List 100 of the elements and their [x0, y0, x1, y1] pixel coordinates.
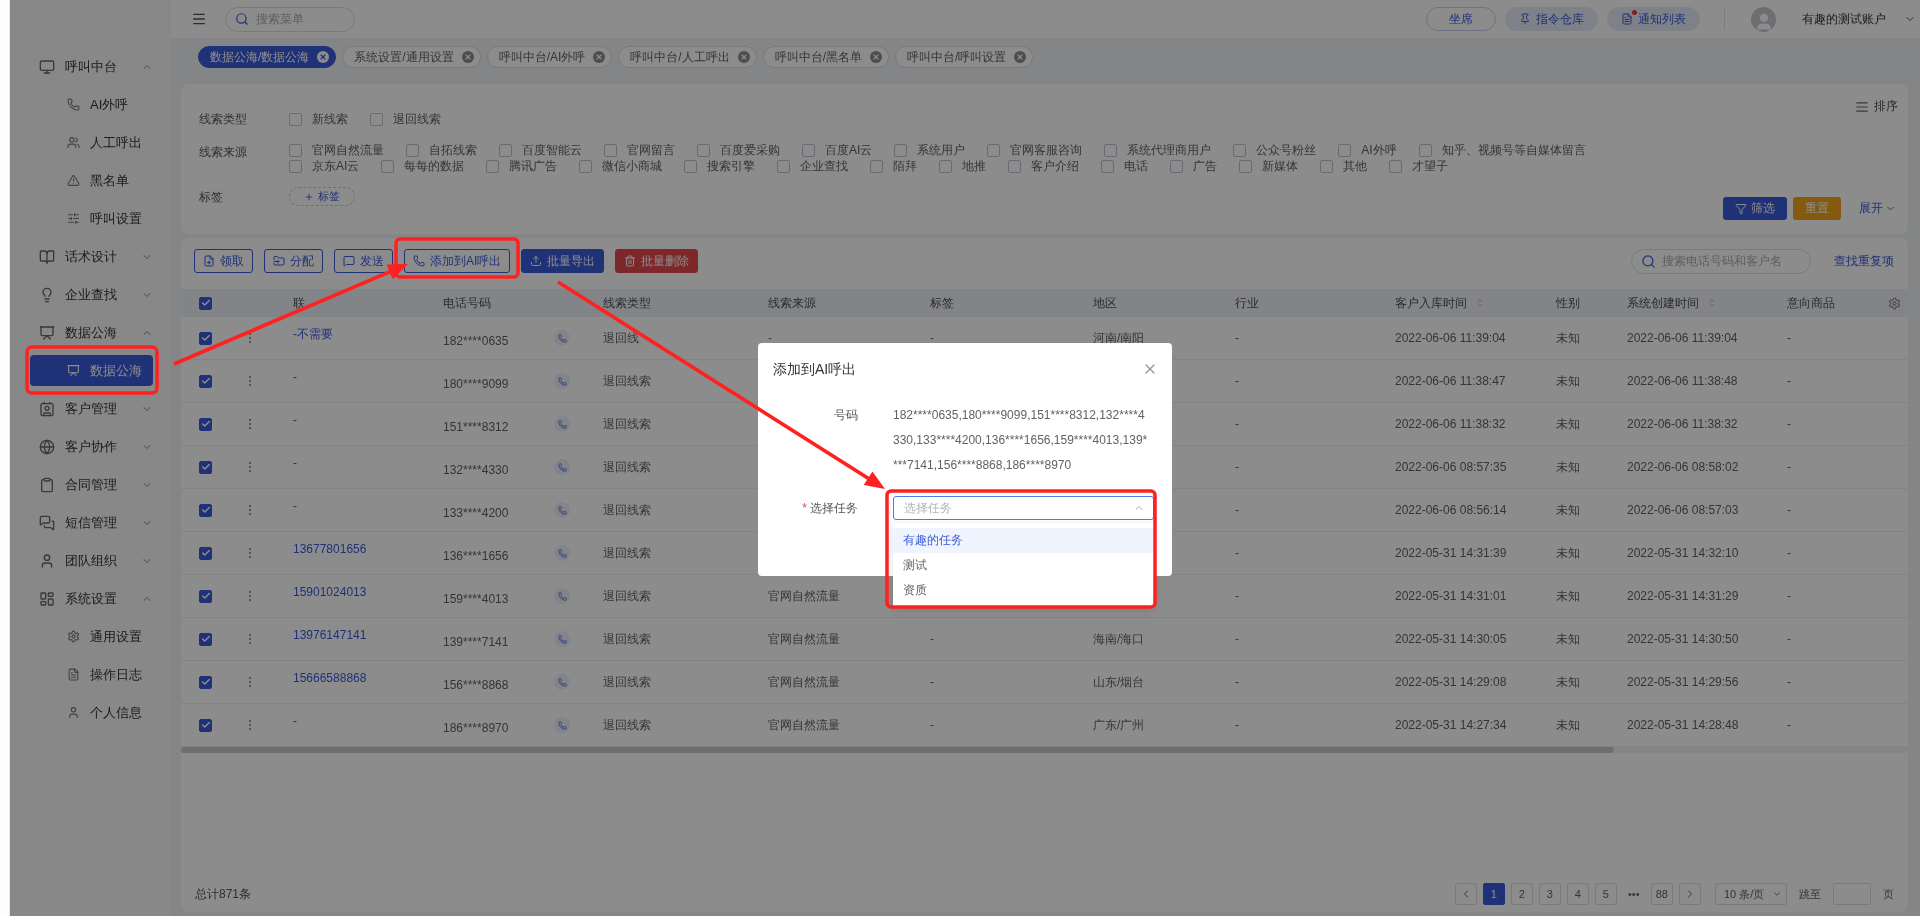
page-tab[interactable]: 呼叫中台/呼叫设置 — [895, 46, 1034, 68]
user-name[interactable]: 有趣的测试账户 — [1802, 10, 1886, 28]
call-button[interactable] — [554, 631, 570, 647]
sidebar-item[interactable]: 团队组织 — [30, 545, 153, 576]
contact-link[interactable]: 13677801656 — [293, 542, 367, 556]
checkbox[interactable] — [1338, 143, 1352, 157]
page-button[interactable]: 5 — [1594, 883, 1617, 905]
page-button[interactable]: 4 — [1566, 883, 1589, 905]
sidebar-item[interactable]: 数据公海 — [30, 355, 153, 386]
checkbox[interactable] — [870, 159, 884, 173]
sidebar-item[interactable]: 企业查找 — [30, 279, 153, 310]
sidebar-item[interactable]: 呼叫中台 — [30, 51, 153, 82]
call-button[interactable] — [554, 502, 570, 518]
sidebar-item[interactable]: 通用设置 — [30, 621, 153, 652]
call-button[interactable] — [554, 588, 570, 604]
row-checkbox[interactable] — [199, 331, 212, 345]
checkbox[interactable] — [987, 143, 1001, 157]
row-checkbox[interactable] — [199, 632, 212, 646]
header-button[interactable]: 坐席 — [1426, 7, 1496, 31]
filter-button[interactable]: 筛选 — [1723, 197, 1787, 220]
checkbox[interactable] — [1418, 143, 1432, 157]
contact-link[interactable]: - — [293, 413, 297, 427]
checkbox[interactable] — [604, 143, 617, 157]
header-button[interactable]: 通知列表 — [1607, 7, 1700, 31]
toolbar-button[interactable]: 发送 — [334, 249, 393, 273]
task-select[interactable]: 选择任务 — [893, 496, 1154, 520]
checkbox[interactable] — [697, 143, 710, 157]
checkbox[interactable] — [777, 159, 791, 173]
avatar[interactable] — [1751, 6, 1776, 32]
sidebar-item[interactable]: 短信管理 — [30, 507, 153, 538]
contact-link[interactable]: - — [293, 499, 297, 513]
page-button[interactable]: 2 — [1510, 883, 1533, 905]
call-button[interactable] — [554, 373, 570, 389]
prev-page-button[interactable] — [1454, 883, 1477, 905]
checkbox[interactable] — [370, 112, 383, 126]
toolbar-button[interactable]: 批量导出 — [521, 249, 605, 273]
sidebar-item[interactable]: 个人信息 — [30, 697, 153, 728]
sidebar-item[interactable]: 呼叫设置 — [30, 203, 153, 234]
checkbox[interactable] — [939, 159, 953, 173]
row-checkbox[interactable] — [199, 417, 212, 431]
call-button[interactable] — [554, 330, 570, 346]
sidebar-item[interactable]: 数据公海 — [30, 317, 153, 348]
close-icon[interactable] — [461, 51, 474, 63]
row-checkbox[interactable] — [199, 460, 212, 474]
sidebar-item[interactable]: 操作日志 — [30, 659, 153, 690]
checkbox[interactable] — [289, 159, 302, 173]
checkbox[interactable] — [406, 143, 419, 157]
call-button[interactable] — [554, 416, 570, 432]
sidebar-item[interactable]: 人工呼出 — [30, 127, 153, 158]
contact-link[interactable]: -不需要 — [293, 325, 333, 343]
sidebar-item[interactable]: 话术设计 — [30, 241, 153, 272]
next-page-button[interactable] — [1679, 883, 1701, 905]
call-button[interactable] — [554, 459, 570, 475]
page-tab[interactable]: 呼叫中台/AI外呼 — [486, 46, 613, 68]
checkbox[interactable] — [1239, 159, 1253, 173]
call-button[interactable] — [554, 717, 570, 733]
row-checkbox[interactable] — [199, 589, 212, 603]
contact-link[interactable]: 13976147141 — [293, 628, 367, 642]
call-button[interactable] — [554, 545, 570, 561]
contact-link[interactable]: 15901024013 — [293, 585, 367, 599]
scrollbar[interactable] — [181, 747, 1908, 753]
checkbox[interactable] — [289, 112, 302, 126]
checkbox[interactable] — [802, 143, 815, 157]
contact-link[interactable]: 15666588868 — [293, 671, 367, 685]
checkbox[interactable] — [894, 143, 908, 157]
dropdown-option[interactable]: 测试 — [893, 553, 1154, 578]
toolbar-button[interactable]: 添加到AI呼出 — [404, 249, 511, 273]
select-all-checkbox[interactable] — [199, 296, 212, 310]
page-tab[interactable]: 呼叫中台/人工呼出 — [618, 46, 757, 68]
page-button[interactable]: 88 — [1650, 883, 1673, 905]
sidebar-item[interactable]: 系统设置 — [30, 583, 153, 614]
checkbox[interactable] — [289, 143, 302, 157]
page-button[interactable]: 1 — [1482, 883, 1505, 905]
call-button[interactable] — [554, 674, 570, 690]
close-icon[interactable] — [317, 51, 330, 63]
menu-button[interactable] — [191, 11, 207, 27]
checkbox[interactable] — [1008, 159, 1022, 173]
close-icon[interactable] — [870, 51, 883, 63]
page-tab[interactable]: 数据公海/数据公海 — [198, 46, 337, 68]
row-checkbox[interactable] — [199, 503, 212, 517]
checkbox[interactable] — [1389, 159, 1403, 173]
page-button[interactable]: 3 — [1538, 883, 1561, 905]
close-icon[interactable] — [1014, 51, 1027, 63]
sidebar-item[interactable]: 黑名单 — [30, 165, 153, 196]
row-checkbox[interactable] — [199, 675, 212, 689]
sort-button[interactable]: 排序 — [1855, 98, 1902, 115]
page-size-select[interactable]: 10 条/页 — [1715, 883, 1787, 905]
toolbar-button[interactable]: 领取 — [194, 249, 253, 273]
row-checkbox[interactable] — [199, 546, 212, 560]
checkbox[interactable] — [684, 159, 698, 173]
add-tag-button[interactable]: 标签 — [289, 187, 355, 206]
contact-link[interactable]: - — [293, 714, 297, 728]
row-checkbox[interactable] — [199, 718, 212, 732]
close-icon[interactable] — [593, 51, 606, 63]
dropdown-option[interactable]: 资质 — [893, 578, 1154, 603]
expand-link[interactable]: 展开 — [1847, 200, 1902, 217]
checkbox[interactable] — [499, 143, 512, 157]
sidebar-item[interactable]: 客户管理 — [30, 393, 153, 424]
page-tab[interactable]: 呼叫中台/黑名单 — [762, 46, 890, 68]
contact-link[interactable]: - — [293, 370, 297, 384]
